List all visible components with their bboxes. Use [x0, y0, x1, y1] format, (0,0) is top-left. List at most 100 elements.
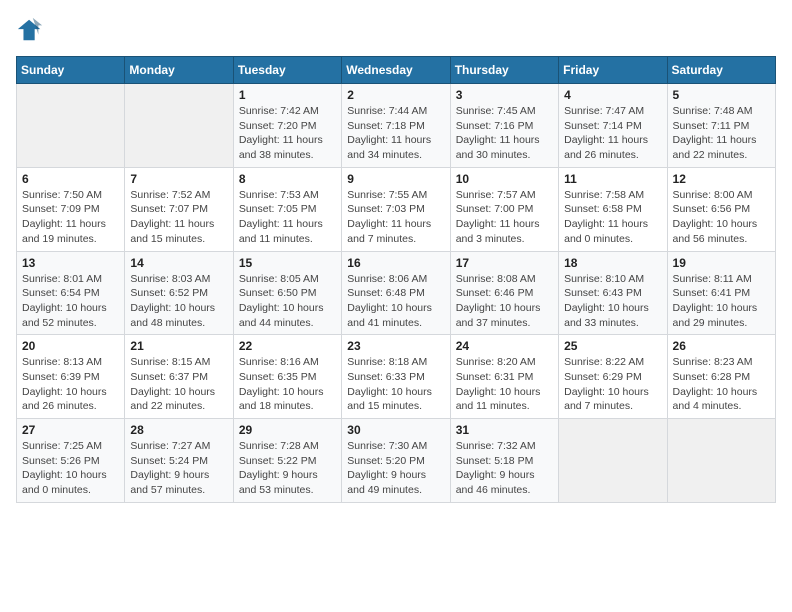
- day-number: 23: [347, 339, 444, 353]
- calendar-cell: 11 Sunrise: 7:58 AM Sunset: 6:58 PM Dayli…: [559, 167, 667, 251]
- day-number: 27: [22, 423, 119, 437]
- day-number: 7: [130, 172, 227, 186]
- calendar-cell: 22Sunrise: 8:16 AM Sunset: 6:35 PM Dayli…: [233, 335, 341, 419]
- calendar-cell: [17, 84, 125, 168]
- day-info: Sunrise: 7:57 AM Sunset: 7:00 PM Dayligh…: [456, 188, 553, 247]
- day-info: Sunrise: 8:23 AM Sunset: 6:28 PM Dayligh…: [673, 355, 770, 414]
- day-info: Sunrise: 7:47 AM Sunset: 7:14 PM Dayligh…: [564, 104, 661, 163]
- day-info: Sunrise: 7:50 AM Sunset: 7:09 PM Dayligh…: [22, 188, 119, 247]
- day-info: Sunrise: 7:58 AM Sunset: 6:58 PM Dayligh…: [564, 188, 661, 247]
- day-info: Sunrise: 7:25 AM Sunset: 5:26 PM Dayligh…: [22, 439, 119, 498]
- day-number: 15: [239, 256, 336, 270]
- day-info: Sunrise: 8:05 AM Sunset: 6:50 PM Dayligh…: [239, 272, 336, 331]
- day-number: 24: [456, 339, 553, 353]
- calendar-cell: 17 Sunrise: 8:08 AM Sunset: 6:46 PM Dayli…: [450, 251, 558, 335]
- calendar-body: 1 Sunrise: 7:42 AM Sunset: 7:20 PM Daylig…: [17, 84, 776, 503]
- day-number: 3: [456, 88, 553, 102]
- logo-icon: [16, 16, 44, 44]
- weekday-header-friday: Friday: [559, 57, 667, 84]
- day-number: 12: [673, 172, 770, 186]
- calendar-cell: 4 Sunrise: 7:47 AM Sunset: 7:14 PM Daylig…: [559, 84, 667, 168]
- calendar-cell: 9Sunrise: 7:55 AM Sunset: 7:03 PM Daylig…: [342, 167, 450, 251]
- day-number: 14: [130, 256, 227, 270]
- day-number: 29: [239, 423, 336, 437]
- day-info: Sunrise: 8:00 AM Sunset: 6:56 PM Dayligh…: [673, 188, 770, 247]
- calendar-cell: 1 Sunrise: 7:42 AM Sunset: 7:20 PM Daylig…: [233, 84, 341, 168]
- logo: [16, 16, 46, 44]
- calendar-cell: 13 Sunrise: 8:01 AM Sunset: 6:54 PM Dayli…: [17, 251, 125, 335]
- calendar-cell: 31Sunrise: 7:32 AM Sunset: 5:18 PM Dayli…: [450, 419, 558, 503]
- day-info: Sunrise: 7:42 AM Sunset: 7:20 PM Dayligh…: [239, 104, 336, 163]
- calendar-cell: 12 Sunrise: 8:00 AM Sunset: 6:56 PM Dayli…: [667, 167, 775, 251]
- day-info: Sunrise: 8:08 AM Sunset: 6:46 PM Dayligh…: [456, 272, 553, 331]
- calendar-cell: 27 Sunrise: 7:25 AM Sunset: 5:26 PM Dayli…: [17, 419, 125, 503]
- day-number: 28: [130, 423, 227, 437]
- day-number: 5: [673, 88, 770, 102]
- calendar-cell: 6 Sunrise: 7:50 AM Sunset: 7:09 PM Daylig…: [17, 167, 125, 251]
- calendar-cell: [667, 419, 775, 503]
- calendar-cell: 8 Sunrise: 7:53 AM Sunset: 7:05 PM Daylig…: [233, 167, 341, 251]
- day-info: Sunrise: 7:28 AM Sunset: 5:22 PM Dayligh…: [239, 439, 336, 498]
- calendar-cell: 19 Sunrise: 8:11 AM Sunset: 6:41 PM Dayli…: [667, 251, 775, 335]
- day-number: 16: [347, 256, 444, 270]
- day-info: Sunrise: 8:15 AM Sunset: 6:37 PM Dayligh…: [130, 355, 227, 414]
- day-number: 22: [239, 339, 336, 353]
- day-number: 31: [456, 423, 553, 437]
- day-number: 1: [239, 88, 336, 102]
- weekday-header-saturday: Saturday: [667, 57, 775, 84]
- day-info: Sunrise: 8:10 AM Sunset: 6:43 PM Dayligh…: [564, 272, 661, 331]
- day-info: Sunrise: 8:18 AM Sunset: 6:33 PM Dayligh…: [347, 355, 444, 414]
- calendar-table: SundayMondayTuesdayWednesdayThursdayFrid…: [16, 56, 776, 503]
- calendar-header: SundayMondayTuesdayWednesdayThursdayFrid…: [17, 57, 776, 84]
- day-info: Sunrise: 8:20 AM Sunset: 6:31 PM Dayligh…: [456, 355, 553, 414]
- day-number: 25: [564, 339, 661, 353]
- day-info: Sunrise: 7:27 AM Sunset: 5:24 PM Dayligh…: [130, 439, 227, 498]
- calendar-week-4: 20 Sunrise: 8:13 AM Sunset: 6:39 PM Dayli…: [17, 335, 776, 419]
- calendar-cell: 5 Sunrise: 7:48 AM Sunset: 7:11 PM Daylig…: [667, 84, 775, 168]
- calendar-cell: 26Sunrise: 8:23 AM Sunset: 6:28 PM Dayli…: [667, 335, 775, 419]
- day-info: Sunrise: 7:48 AM Sunset: 7:11 PM Dayligh…: [673, 104, 770, 163]
- calendar-week-2: 6 Sunrise: 7:50 AM Sunset: 7:09 PM Daylig…: [17, 167, 776, 251]
- day-info: Sunrise: 7:30 AM Sunset: 5:20 PM Dayligh…: [347, 439, 444, 498]
- calendar-cell: 20 Sunrise: 8:13 AM Sunset: 6:39 PM Dayli…: [17, 335, 125, 419]
- calendar-cell: 25 Sunrise: 8:22 AM Sunset: 6:29 PM Dayli…: [559, 335, 667, 419]
- day-info: Sunrise: 7:53 AM Sunset: 7:05 PM Dayligh…: [239, 188, 336, 247]
- day-number: 11: [564, 172, 661, 186]
- day-number: 20: [22, 339, 119, 353]
- day-number: 21: [130, 339, 227, 353]
- calendar-week-3: 13 Sunrise: 8:01 AM Sunset: 6:54 PM Dayli…: [17, 251, 776, 335]
- day-info: Sunrise: 8:11 AM Sunset: 6:41 PM Dayligh…: [673, 272, 770, 331]
- day-info: Sunrise: 8:13 AM Sunset: 6:39 PM Dayligh…: [22, 355, 119, 414]
- calendar-cell: 30Sunrise: 7:30 AM Sunset: 5:20 PM Dayli…: [342, 419, 450, 503]
- calendar-cell: 18 Sunrise: 8:10 AM Sunset: 6:43 PM Dayli…: [559, 251, 667, 335]
- day-number: 19: [673, 256, 770, 270]
- weekday-header-thursday: Thursday: [450, 57, 558, 84]
- day-info: Sunrise: 8:03 AM Sunset: 6:52 PM Dayligh…: [130, 272, 227, 331]
- day-info: Sunrise: 8:06 AM Sunset: 6:48 PM Dayligh…: [347, 272, 444, 331]
- calendar-cell: 7 Sunrise: 7:52 AM Sunset: 7:07 PM Daylig…: [125, 167, 233, 251]
- day-number: 8: [239, 172, 336, 186]
- day-number: 18: [564, 256, 661, 270]
- weekday-header-tuesday: Tuesday: [233, 57, 341, 84]
- day-number: 4: [564, 88, 661, 102]
- calendar-cell: 3 Sunrise: 7:45 AM Sunset: 7:16 PM Daylig…: [450, 84, 558, 168]
- calendar-cell: 15 Sunrise: 8:05 AM Sunset: 6:50 PM Dayli…: [233, 251, 341, 335]
- day-number: 6: [22, 172, 119, 186]
- day-number: 10: [456, 172, 553, 186]
- day-info: Sunrise: 7:55 AM Sunset: 7:03 PM Dayligh…: [347, 188, 444, 247]
- calendar-cell: 10 Sunrise: 7:57 AM Sunset: 7:00 PM Dayli…: [450, 167, 558, 251]
- calendar-cell: 14 Sunrise: 8:03 AM Sunset: 6:52 PM Dayli…: [125, 251, 233, 335]
- day-info: Sunrise: 7:44 AM Sunset: 7:18 PM Dayligh…: [347, 104, 444, 163]
- day-info: Sunrise: 7:52 AM Sunset: 7:07 PM Dayligh…: [130, 188, 227, 247]
- weekday-header-row: SundayMondayTuesdayWednesdayThursdayFrid…: [17, 57, 776, 84]
- day-number: 13: [22, 256, 119, 270]
- calendar-cell: 16 Sunrise: 8:06 AM Sunset: 6:48 PM Dayli…: [342, 251, 450, 335]
- calendar-cell: [559, 419, 667, 503]
- calendar-cell: 2Sunrise: 7:44 AM Sunset: 7:18 PM Daylig…: [342, 84, 450, 168]
- calendar-cell: 23 Sunrise: 8:18 AM Sunset: 6:33 PM Dayli…: [342, 335, 450, 419]
- day-number: 17: [456, 256, 553, 270]
- day-info: Sunrise: 8:22 AM Sunset: 6:29 PM Dayligh…: [564, 355, 661, 414]
- weekday-header-wednesday: Wednesday: [342, 57, 450, 84]
- day-info: Sunrise: 8:01 AM Sunset: 6:54 PM Dayligh…: [22, 272, 119, 331]
- day-info: Sunrise: 7:45 AM Sunset: 7:16 PM Dayligh…: [456, 104, 553, 163]
